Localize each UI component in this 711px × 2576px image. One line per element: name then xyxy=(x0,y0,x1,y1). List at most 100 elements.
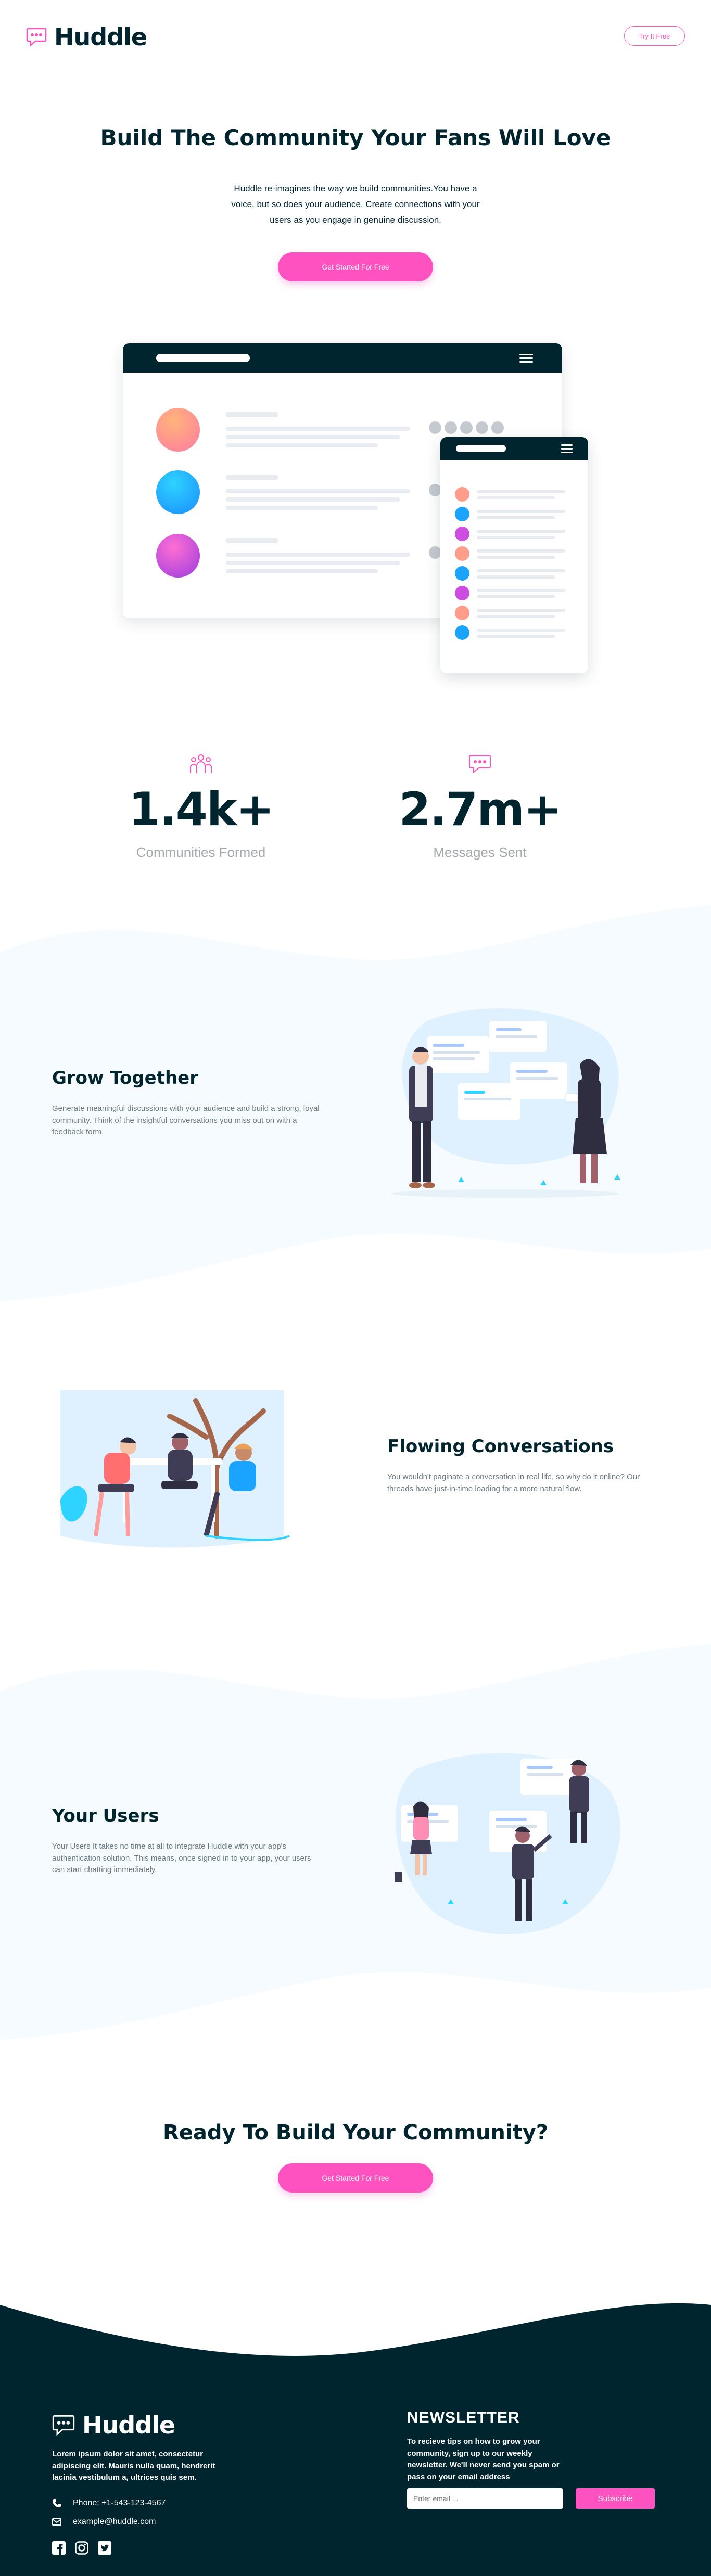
app-mockup-mobile xyxy=(440,437,588,673)
placeholder-line xyxy=(226,443,378,447)
grow-together-illustration xyxy=(390,1008,620,1198)
bottom-cta-button[interactable]: Get Started For Free xyxy=(278,2163,433,2193)
avatar xyxy=(455,527,469,541)
hamburger-icon xyxy=(561,444,573,455)
email-icon xyxy=(52,2518,61,2526)
stat-label: Messages Sent xyxy=(433,844,527,860)
stat-messages: 2.7m+ Messages Sent xyxy=(376,753,584,861)
communities-icon xyxy=(190,754,212,773)
newsletter-title: NEWSLETTER xyxy=(407,2409,520,2426)
avatar xyxy=(455,487,469,502)
footer-email: example@huddle.com xyxy=(52,2517,156,2527)
hero-subtitle: Huddle re-imagines the way we build comm… xyxy=(231,184,480,225)
placeholder-dot xyxy=(429,421,441,434)
feature-text: You wouldn't paginate a conversation in … xyxy=(387,1472,640,1493)
mockup-nav-pill xyxy=(156,354,250,362)
placeholder-line xyxy=(477,635,555,638)
placeholder-line xyxy=(226,497,400,502)
hero-title: Build The Community Your Fans Will Love xyxy=(100,125,611,150)
placeholder-line xyxy=(477,609,565,612)
placeholder-line xyxy=(477,516,555,519)
feature-text: Your Users It takes no time at all to in… xyxy=(52,1842,311,1874)
placeholder-dot xyxy=(491,421,504,434)
placeholder-line xyxy=(226,569,378,573)
email-text[interactable]: example@huddle.com xyxy=(73,2517,156,2527)
placeholder-line xyxy=(226,506,378,510)
feature-title: Flowing Conversations xyxy=(387,1436,614,1457)
phone-icon xyxy=(53,2499,61,2507)
avatar xyxy=(455,507,469,521)
placeholder-line xyxy=(477,496,555,499)
hamburger-icon xyxy=(519,354,533,365)
placeholder-dot xyxy=(460,421,473,434)
stat-value: 1.4k+ xyxy=(128,783,274,836)
stat-value: 2.7m+ xyxy=(399,783,562,836)
placeholder-line xyxy=(477,575,555,579)
cta-title: Ready To Build Your Community? xyxy=(162,2121,549,2145)
hero-cta-button[interactable]: Get Started For Free xyxy=(278,252,433,281)
placeholder-line xyxy=(477,589,565,592)
placeholder-dot xyxy=(429,546,441,559)
placeholder-line xyxy=(477,556,555,559)
feature-title: Your Users xyxy=(52,1805,159,1826)
your-users-illustration xyxy=(395,1753,620,1934)
site-header: Huddle Try It Free xyxy=(0,0,711,73)
messages-icon xyxy=(469,755,491,774)
feature-text: Generate meaningful discussions with you… xyxy=(52,1104,320,1136)
chat-bubble-icon xyxy=(26,28,47,47)
placeholder-line xyxy=(477,536,555,539)
mockup-nav-pill xyxy=(456,445,506,452)
site-footer: Huddle Lorem ipsum dolor sit amet, conse… xyxy=(0,2284,711,2576)
avatar xyxy=(156,534,200,578)
placeholder-line xyxy=(477,549,565,553)
avatar xyxy=(455,625,469,640)
placeholder-line xyxy=(226,489,410,493)
placeholder-line xyxy=(477,615,555,618)
footer-phone: Phone: +1-543-123-4567 xyxy=(52,2498,166,2508)
stat-label: Communities Formed xyxy=(136,844,266,860)
placeholder-dot xyxy=(476,421,488,434)
mockup-navbar xyxy=(123,343,562,373)
landing-page: Huddle Try It Free Build The Community Y… xyxy=(0,0,711,2576)
placeholder-line xyxy=(226,538,278,543)
placeholder-line xyxy=(477,629,565,632)
placeholder-dot xyxy=(429,484,441,496)
flowing-conversations-illustration xyxy=(60,1390,290,1548)
social-links xyxy=(52,2541,111,2555)
placeholder-line xyxy=(477,569,565,572)
avatar xyxy=(455,566,469,581)
brand-name: Huddle xyxy=(54,23,147,51)
placeholder-line xyxy=(477,595,555,598)
placeholder-line xyxy=(226,561,400,565)
phone-text: Phone: +1-543-123-4567 xyxy=(73,2498,166,2507)
newsletter-email-input[interactable] xyxy=(407,2488,563,2509)
placeholder-line xyxy=(477,490,565,493)
brand-logo[interactable]: Huddle xyxy=(26,23,147,51)
feature-title: Grow Together xyxy=(52,1068,198,1088)
newsletter-text: To recieve tips on how to grow your comm… xyxy=(407,2437,560,2481)
footer-about-text: Lorem ipsum dolor sit amet, consectetur … xyxy=(52,2450,215,2482)
stat-communities: 1.4k+ Communities Formed xyxy=(97,753,305,861)
footer-brand-logo[interactable]: Huddle xyxy=(52,2411,175,2439)
facebook-icon[interactable] xyxy=(52,2541,66,2555)
avatar xyxy=(156,470,200,514)
placeholder-line xyxy=(226,435,400,439)
subscribe-button[interactable]: Subscribe xyxy=(576,2488,655,2509)
avatar xyxy=(156,408,200,452)
avatar xyxy=(455,546,469,561)
placeholder-line xyxy=(226,475,278,480)
placeholder-dot xyxy=(445,421,457,434)
avatar xyxy=(455,606,469,620)
mockup-mobile-navbar xyxy=(440,437,588,460)
placeholder-line xyxy=(226,412,278,417)
placeholder-line xyxy=(226,427,410,431)
avatar xyxy=(455,586,469,600)
footer-brand-name: Huddle xyxy=(82,2411,175,2439)
placeholder-line xyxy=(226,553,410,557)
instagram-icon[interactable] xyxy=(75,2541,88,2555)
chat-bubble-icon xyxy=(52,2415,75,2436)
placeholder-line xyxy=(477,530,565,533)
placeholder-line xyxy=(477,510,565,513)
twitter-icon[interactable] xyxy=(98,2541,111,2555)
try-it-free-button[interactable]: Try It Free xyxy=(624,26,685,46)
